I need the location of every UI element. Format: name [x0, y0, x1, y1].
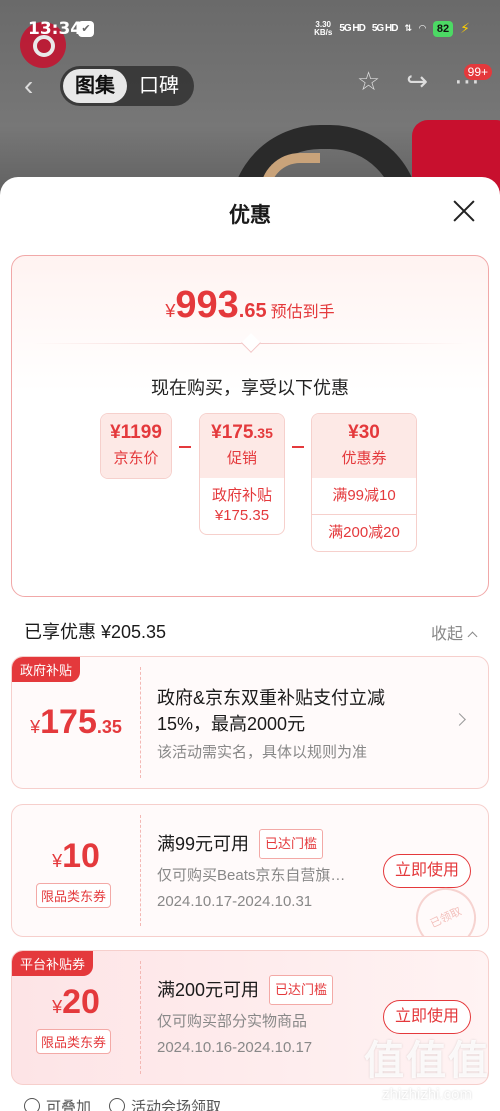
coupon-corner-tag: 平台补贴券: [12, 951, 94, 976]
collapse-button[interactable]: 收起: [431, 620, 478, 644]
watermark: 值值值 zhizhizhi.com: [364, 1028, 490, 1103]
stack-icon: [24, 1098, 40, 1111]
network-speed: 3.30 KB/s: [314, 19, 333, 37]
price-box-coupon: ¥30 优惠券 满99减10 满200减20: [311, 413, 417, 552]
coupon-title: 政府&京东双重补贴支付立减15%，最高2000元: [157, 688, 386, 734]
message-badge: 99+: [463, 64, 492, 80]
price-box-promo: ¥175.35 促销 政府补贴 ¥175.35: [199, 413, 285, 535]
coupon-10: ¥10 限品类东券 满99元可用 已达门槛 仅可购买Beats京东自营旗… 202…: [11, 804, 489, 937]
share-icon[interactable]: ↪: [406, 66, 428, 97]
signal-2-icon: 5G HD: [371, 23, 399, 34]
coupon-footer: 可叠加 活动会场领取: [24, 1096, 221, 1111]
coupon-title: 满200元可用 已达门槛: [157, 975, 334, 1005]
hotspot-icon: ⇅: [404, 23, 412, 33]
threshold-reached-tag: 已达门槛: [259, 829, 324, 859]
tab-gallery[interactable]: 图集: [63, 69, 127, 103]
saved-total: 已享优惠 ¥205.35: [24, 622, 167, 642]
sheet-title: 优惠: [229, 204, 271, 227]
watermark-text: zhizhizhi.com: [381, 1086, 473, 1103]
status-bar: 13:34 ✔ 3.30 KB/s 5G HD 5G HD ⇅ ◠ 82 ⚡: [0, 0, 500, 60]
status-time: 13:34: [28, 19, 83, 39]
divider-notch: [241, 333, 261, 353]
venue-label[interactable]: 活动会场领取: [109, 1096, 221, 1111]
signal-1-icon: 5G HD: [339, 23, 366, 34]
coupon-desc: 仅可购买Beats京东自营旗…: [157, 867, 346, 884]
buy-now-text: 现在购买，享受以下优惠: [151, 378, 349, 398]
price-summary-card: ¥993.65 预估到手 现在购买，享受以下优惠 ¥1199 京东价 ¥175.3…: [11, 255, 489, 597]
coupon-desc: 仅可购买部分实物商品: [157, 1013, 308, 1030]
threshold-reached-tag: 已达门槛: [269, 975, 334, 1005]
coupon-line: 满200减20: [312, 514, 416, 551]
tab-reviews[interactable]: 口碑: [127, 69, 191, 103]
coupon-category-tag: 限品类东券: [36, 883, 112, 908]
coupon-line: 满99减10: [332, 487, 396, 504]
chevron-right-icon: [453, 713, 466, 726]
coupon-gov-subsidy[interactable]: ¥175.35 政府补贴 政府&京东双重补贴支付立减15%，最高2000元 该活…: [11, 656, 489, 789]
stackable-label: 可叠加: [24, 1096, 91, 1111]
coupon-corner-tag: 政府补贴: [12, 657, 81, 682]
coupon-amount: ¥175.35: [30, 703, 122, 741]
back-icon[interactable]: ‹: [24, 70, 33, 102]
top-nav: ‹ 图集 口碑 ☆ ↪ ⋯ 99+: [0, 62, 500, 108]
promo-gov-subsidy: 政府补贴 ¥175.35: [211, 487, 272, 524]
battery-icon: 82: [432, 20, 454, 37]
use-now-button[interactable]: 立即使用: [383, 854, 471, 888]
minus-icon: [179, 446, 191, 448]
nav-tabs: 图集 口碑: [60, 66, 194, 106]
discount-sheet: 优惠 ¥993.65 预估到手 现在购买，享受以下优惠 ¥1199 京东价 ¥17…: [0, 177, 500, 1111]
minus-icon: [292, 446, 304, 448]
coupon-title: 满99元可用 已达门槛: [157, 829, 324, 859]
coupon-category-tag: 限品类东券: [36, 1029, 112, 1054]
watermark-logo: 值值值: [364, 1039, 490, 1083]
chevron-up-icon: [467, 631, 478, 642]
notification-app-icon: ✔: [78, 21, 94, 37]
coupon-amount: ¥20: [52, 983, 100, 1021]
price-box-jd: ¥1199 京东价: [100, 413, 172, 479]
charging-icon: ⚡: [460, 20, 470, 36]
estimated-price: ¥993.65 预估到手: [165, 284, 335, 326]
venue-icon: [109, 1098, 126, 1111]
coupon-amount: ¥10: [52, 837, 100, 875]
coupon-desc: 该活动需实名，具体以规则为准: [157, 744, 368, 761]
favorite-star-icon[interactable]: ☆: [357, 66, 380, 97]
coupon-date: 2024.10.16-2024.10.17: [157, 1039, 313, 1056]
wifi-icon: ◠: [418, 23, 426, 33]
close-icon[interactable]: [448, 195, 480, 227]
coupon-date: 2024.10.17-2024.10.31: [157, 893, 313, 910]
